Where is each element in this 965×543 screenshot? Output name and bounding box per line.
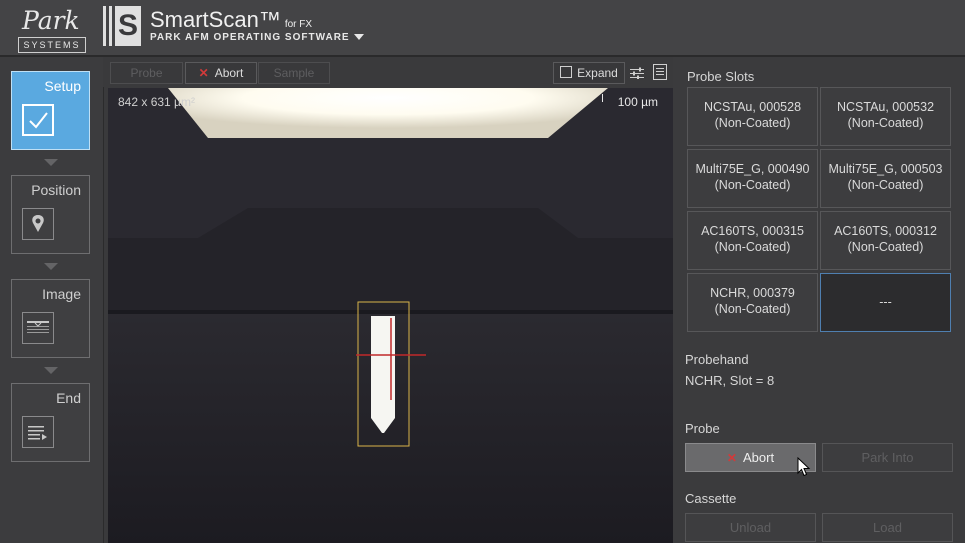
- workflow-sidebar: Setup Position Image End: [0, 57, 104, 543]
- slot-name: AC160TS, 000315: [701, 224, 804, 238]
- camera-view[interactable]: 842 x 631 µm² 100 µm: [108, 88, 673, 543]
- brand-letter: S: [115, 6, 141, 46]
- slot-name: Multi75E_G, 000503: [828, 162, 943, 176]
- app-subtitle-text: PARK AFM OPERATING SOFTWARE: [150, 32, 350, 43]
- scale-bar-icon: [602, 94, 603, 102]
- probe-slot-7[interactable]: NCHR, 000379 (Non-Coated): [687, 273, 818, 332]
- probe-slot-2[interactable]: NCSTAu, 000532 (Non-Coated): [820, 87, 951, 146]
- cassette-title: Cassette: [685, 491, 737, 506]
- logo-word: Park: [22, 6, 80, 35]
- app-subtitle-menu[interactable]: PARK AFM OPERATING SOFTWARE: [150, 32, 364, 43]
- step-arrow-icon: [44, 367, 58, 374]
- step-position-label: Position: [31, 182, 81, 198]
- step-end[interactable]: End: [11, 383, 90, 462]
- probe-slot-3[interactable]: Multi75E_G, 000490 (Non-Coated): [687, 149, 818, 208]
- probehand-title: Probehand: [685, 352, 749, 367]
- end-list-icon: [22, 416, 54, 448]
- step-position[interactable]: Position: [11, 175, 90, 254]
- sample-view-button[interactable]: Sample: [258, 62, 330, 84]
- image-scan-icon: [22, 312, 54, 344]
- field-of-view-readout: 842 x 631 µm²: [118, 95, 195, 109]
- settings-sliders-icon[interactable]: [630, 66, 644, 84]
- mouse-cursor-icon: [797, 456, 811, 482]
- probe-slot-5[interactable]: AC160TS, 000315 (Non-Coated): [687, 211, 818, 270]
- abort-view-button[interactable]: ✕ Abort: [185, 62, 257, 84]
- slot-name: NCSTAu, 000528: [703, 100, 802, 114]
- app-title-suffix: for FX: [284, 19, 313, 30]
- probe-slots-title: Probe Slots: [687, 69, 755, 84]
- caret-down-icon: [353, 34, 364, 41]
- app-title: SmartScan™ for FX: [150, 7, 312, 33]
- slot-name: AC160TS, 000312: [834, 224, 937, 238]
- probe-slot-4[interactable]: Multi75E_G, 000503 (Non-Coated): [820, 149, 951, 208]
- park-into-button[interactable]: Park Into: [822, 443, 953, 472]
- menu-list-icon[interactable]: [653, 64, 667, 85]
- camera-toolbar: Probe ✕ Abort Sample Expand: [103, 57, 673, 87]
- slot-coating: (Non-Coated): [847, 116, 924, 130]
- load-button[interactable]: Load: [822, 513, 953, 542]
- abort-button-label: Abort: [742, 450, 775, 465]
- slot-coating: (Non-Coated): [847, 240, 924, 254]
- step-setup-label: Setup: [44, 78, 81, 94]
- step-arrow-icon: [44, 159, 58, 166]
- abort-x-icon: ✕: [726, 451, 737, 465]
- step-image[interactable]: Image: [11, 279, 90, 358]
- slot-name: NCSTAu, 000532: [836, 100, 935, 114]
- step-setup[interactable]: Setup: [11, 71, 90, 150]
- slot-coating: (Non-Coated): [714, 302, 791, 316]
- slot-coating: (Non-Coated): [714, 116, 791, 130]
- abort-view-label: Abort: [214, 66, 244, 80]
- camera-image: [108, 88, 673, 543]
- probehand-value: NCHR, Slot = 8: [685, 373, 775, 388]
- slot-coating: (Non-Coated): [714, 240, 791, 254]
- app-header: Park SYSTEMS S SmartScan™ for FX PARK AFM…: [0, 0, 965, 57]
- park-systems-logo: Park SYSTEMS: [14, 6, 86, 53]
- abort-x-icon: ✕: [198, 66, 209, 80]
- unload-button[interactable]: Unload: [685, 513, 816, 542]
- location-pin-icon: [22, 208, 54, 240]
- checkmark-icon: [22, 104, 54, 136]
- slot-coating: (Non-Coated): [847, 178, 924, 192]
- step-end-label: End: [56, 390, 81, 406]
- expand-icon: [560, 66, 573, 78]
- slot-name: NCHR, 000379: [710, 286, 795, 300]
- step-arrow-icon: [44, 263, 58, 270]
- probe-view-button[interactable]: Probe: [110, 62, 183, 84]
- probe-section-title: Probe: [685, 421, 720, 436]
- probe-slot-1[interactable]: NCSTAu, 000528 (Non-Coated): [687, 87, 818, 146]
- logo-sub: SYSTEMS: [18, 37, 86, 53]
- slot-name: Multi75E_G, 000490: [695, 162, 810, 176]
- probe-control-panel: Probe Slots NCSTAu, 000528 (Non-Coated) …: [673, 57, 965, 543]
- probe-slot-8[interactable]: ---: [820, 273, 951, 332]
- smartscan-brand-mark: S: [103, 6, 141, 46]
- slot-coating: (Non-Coated): [714, 178, 791, 192]
- expand-label: Expand: [577, 66, 618, 80]
- scale-bar-label: 100 µm: [617, 95, 658, 109]
- slot-name: ---: [879, 295, 892, 309]
- app-title-text: SmartScan™: [150, 7, 281, 32]
- step-image-label: Image: [42, 286, 81, 302]
- expand-button[interactable]: Expand: [553, 62, 625, 84]
- probe-slot-6[interactable]: AC160TS, 000312 (Non-Coated): [820, 211, 951, 270]
